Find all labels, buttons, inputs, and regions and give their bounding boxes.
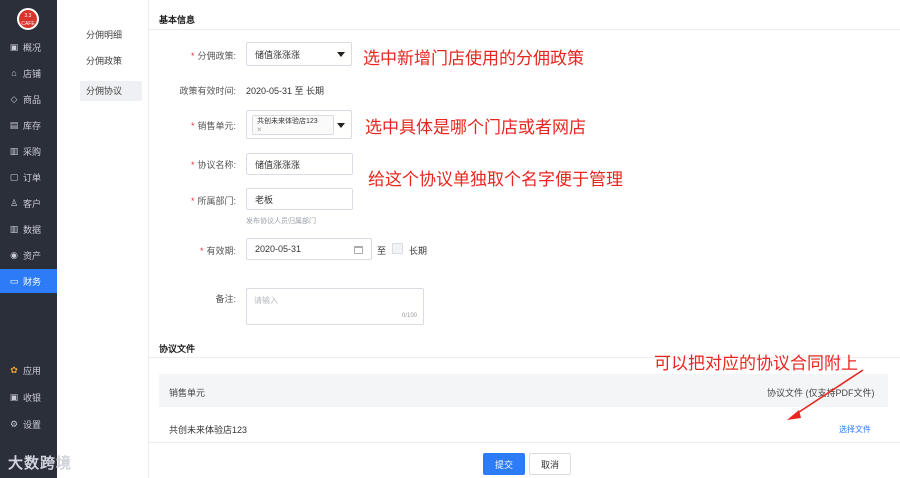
unit-tag: 共创未来体验店123 × — [252, 115, 334, 135]
apps-icon: ✿ — [10, 364, 18, 375]
nav-item-label: 订单 — [23, 172, 42, 183]
nav-item-label: 店铺 — [23, 68, 42, 79]
agreement-name-input[interactable]: 储值涨涨涨 — [246, 153, 353, 175]
annotation-arrow — [787, 369, 864, 420]
nav-item-9[interactable]: ▭ 财务 — [0, 269, 57, 293]
period-date-picker[interactable]: 2020-05-31 — [246, 238, 372, 260]
logo-line1: 3.3 — [24, 13, 32, 19]
cancel-button[interactable]: 取消 — [529, 453, 571, 475]
main-content: 基本信息 * 分佣政策: 储值涨涨涨 政策有效时间: 2020-05-31 至 长… — [149, 0, 900, 478]
finance-icon: ▭ — [9, 275, 19, 286]
nav-item-label: 客户 — [23, 198, 42, 209]
long-term-checkbox[interactable] — [392, 243, 403, 254]
remark-label: 备注: — [215, 294, 236, 304]
purchase-icon: ▥ — [9, 145, 19, 156]
nav-item-label: 应用 — [23, 365, 42, 376]
policy-value: 储值涨涨涨 — [255, 49, 301, 60]
nav-bottom-item-2[interactable]: ⚙ 设置 — [0, 412, 57, 436]
nav-item-label: 收银 — [23, 392, 42, 403]
basic-info-title: 基本信息 — [159, 15, 196, 25]
nav-item-3[interactable]: ▤ 库存 — [0, 113, 57, 137]
row-sales-unit: 共创未来体验店123 — [169, 425, 248, 435]
long-term-label: 长期 — [409, 246, 428, 256]
period-to: 至 — [377, 246, 387, 256]
settings-icon: ⚙ — [9, 418, 19, 429]
order-icon: ▢ — [9, 171, 19, 182]
nav-item-8[interactable]: ◉ 资产 — [0, 243, 57, 267]
agreement-name-value: 储值涨涨涨 — [255, 159, 301, 170]
inventory-icon: ▤ — [9, 119, 19, 130]
submenu-commission-policy[interactable]: 分佣政策 — [80, 51, 142, 71]
form-footer: 提交 取消 — [149, 442, 900, 478]
close-icon[interactable]: × — [257, 126, 329, 134]
policy-label: * 分佣政策: — [190, 51, 236, 61]
main-sidebar: 3.3 CAFE ▣ 概况 ⌂ 店铺 ◇ 商品 ▤ 库存 ▥ 采购 ▢ 订单 ♙ 客户 ▥ 数据 ◉ 资产 ▭ 财务 … — [0, 0, 57, 478]
unit-tag-label: 共创未来体验店123 — [257, 118, 318, 125]
validity-label: 政策有效时间: — [179, 86, 236, 96]
department-value: 老板 — [255, 194, 274, 205]
nav-item-2[interactable]: ◇ 商品 — [0, 87, 57, 111]
data-icon: ▥ — [9, 223, 19, 234]
assets-icon: ◉ — [10, 249, 18, 260]
cashier-icon: ▣ — [9, 391, 19, 402]
tag-icon: ◇ — [10, 93, 18, 104]
dashboard-icon: ▣ — [9, 41, 19, 52]
col-sales-unit: 销售单元 — [169, 388, 206, 398]
unit-select[interactable]: 共创未来体验店123 × — [246, 110, 352, 139]
period-label: * 有效期: — [199, 246, 236, 256]
nav-bottom-item-1[interactable]: ▣ 收银 — [0, 385, 57, 409]
nav-item-label: 资产 — [23, 250, 42, 261]
nav-item-label: 财务 — [23, 276, 42, 287]
nav-bottom-item-0[interactable]: ✿ 应用 — [0, 358, 57, 382]
department-hint: 发布协议人员归属部门 — [246, 218, 316, 225]
annotation-name: 给这个协议单独取个名字便于管理 — [368, 170, 623, 190]
cafe-logo[interactable]: 3.3 CAFE — [17, 8, 39, 30]
remark-placeholder: 请输入 — [254, 296, 278, 305]
nav-item-1[interactable]: ⌂ 店铺 — [0, 61, 57, 85]
nav-item-label: 库存 — [23, 120, 42, 131]
nav-item-label: 设置 — [23, 419, 42, 430]
nav-item-5[interactable]: ▢ 订单 — [0, 165, 57, 189]
store-icon: ⌂ — [11, 68, 17, 78]
validity-value: 2020-05-31 至 长期 — [246, 86, 325, 96]
nav-item-label: 数据 — [23, 224, 42, 235]
finance-submenu: 分佣明细 分佣政策 分佣协议 — [57, 0, 149, 478]
chevron-down-icon — [337, 122, 345, 128]
customer-icon: ♙ — [9, 197, 19, 208]
submit-button[interactable]: 提交 — [483, 453, 525, 475]
annotation-policy: 选中新增门店使用的分佣政策 — [363, 49, 584, 69]
submenu-commission-detail[interactable]: 分佣明细 — [80, 25, 142, 45]
files-title: 协议文件 — [159, 344, 196, 354]
period-date-value: 2020-05-31 — [255, 244, 302, 254]
policy-select[interactable]: 储值涨涨涨 — [246, 42, 352, 66]
dept-label: * 所属部门: — [190, 196, 236, 206]
submenu-commission-agreement[interactable]: 分佣协议 — [80, 81, 142, 101]
logo-line2: CAFE — [21, 21, 35, 27]
calendar-icon — [354, 246, 363, 254]
chevron-down-icon — [337, 52, 345, 57]
nav-item-7[interactable]: ▥ 数据 — [0, 217, 57, 241]
unit-label: * 销售单元: — [190, 121, 236, 131]
annotation-unit: 选中具体是哪个门店或者网店 — [365, 118, 586, 138]
remark-char-count: 0/100 — [401, 313, 417, 319]
nav-item-label: 商品 — [23, 94, 42, 105]
nav-item-label: 采购 — [23, 146, 42, 157]
nav-item-4[interactable]: ▥ 采购 — [0, 139, 57, 163]
divider — [149, 29, 900, 30]
nav-item-6[interactable]: ♙ 客户 — [0, 191, 57, 215]
remark-textarea[interactable]: 请输入 0/100 — [246, 288, 424, 325]
nav-item-label: 概况 — [23, 42, 42, 53]
name-label: * 协议名称: — [190, 160, 236, 170]
watermark-logo: 大数跨境 — [8, 455, 73, 472]
department-input[interactable]: 老板 — [246, 188, 353, 210]
nav-item-0[interactable]: ▣ 概况 — [0, 35, 57, 59]
